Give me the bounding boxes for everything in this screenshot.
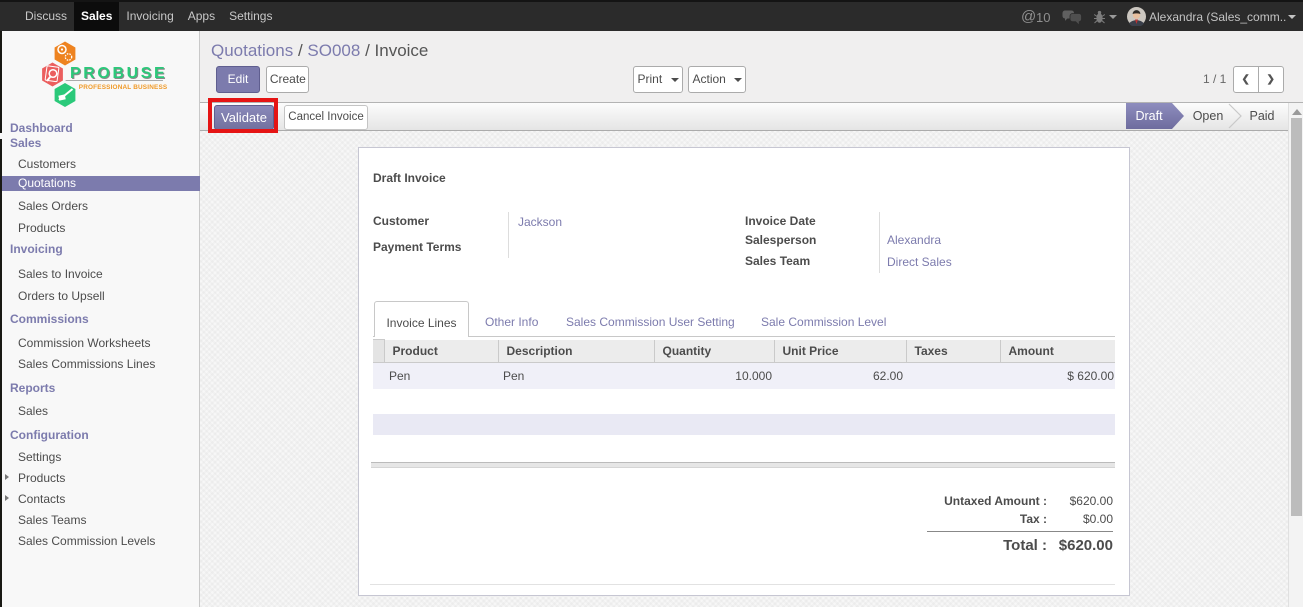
svg-text:Open: Open — [1193, 109, 1224, 123]
svg-text:Draft: Draft — [1135, 109, 1163, 123]
svg-text:Paid: Paid — [1249, 109, 1274, 123]
svg-text:PROFESSIONAL BUSINESS: PROFESSIONAL BUSINESS — [79, 84, 168, 91]
svg-text:PROBUSE: PROBUSE — [70, 65, 167, 82]
